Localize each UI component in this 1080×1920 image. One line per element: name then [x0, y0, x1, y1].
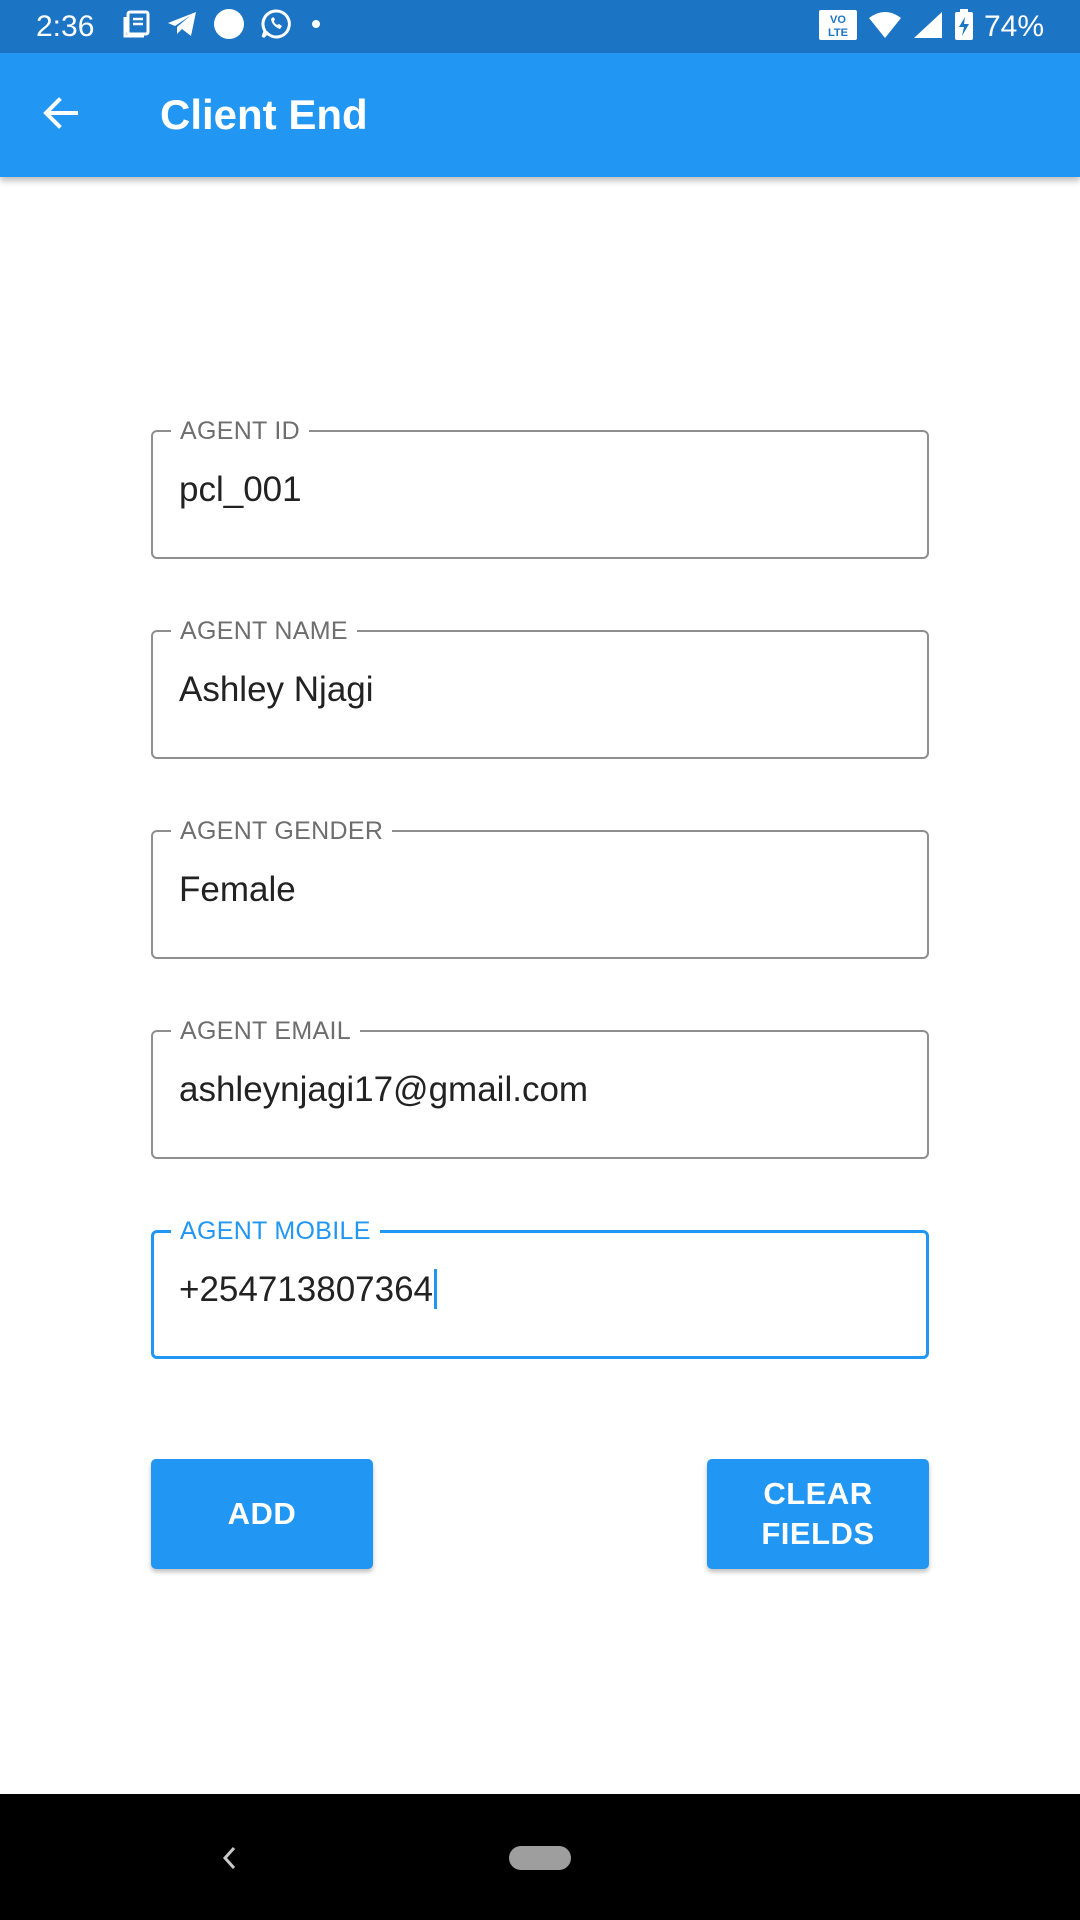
back-button[interactable] [28, 83, 92, 147]
agent-name-label: AGENT NAME [171, 617, 357, 645]
wifi-icon [868, 10, 902, 45]
status-time: 2:36 [36, 10, 95, 43]
agent-email-field[interactable]: AGENT EMAIL ashleynjagi17@gmail.com [151, 1017, 929, 1159]
cell-signal-icon [912, 10, 944, 45]
clear-fields-label-line1: CLEAR [763, 1476, 873, 1511]
chevron-left-icon [214, 1846, 244, 1882]
agent-gender-label: AGENT GENDER [171, 817, 393, 845]
agent-email-value: ashleynjagi17@gmail.com [179, 1070, 589, 1109]
svg-text:LTE: LTE [828, 27, 848, 39]
svg-text:VO: VO [830, 14, 846, 26]
page-title: Client End [160, 91, 368, 138]
volte-icon: VO LTE [818, 9, 858, 46]
agent-mobile-label: AGENT MOBILE [171, 1217, 380, 1245]
arrow-back-icon [40, 93, 80, 138]
more-notifications-dot-icon [306, 14, 326, 39]
agent-mobile-field[interactable]: AGENT MOBILE +254713807364 [151, 1217, 929, 1359]
circle-notification-icon [212, 7, 246, 46]
clear-fields-button-label: CLEAR FIELDS [761, 1474, 874, 1554]
nav-home-pill[interactable] [509, 1846, 571, 1870]
add-button[interactable]: ADD [151, 1459, 373, 1569]
battery-charging-icon [954, 8, 974, 46]
news-icon [122, 9, 152, 44]
battery-percentage: 74% [983, 10, 1044, 43]
system-status-icons: VO LTE 74% [818, 8, 1044, 46]
agent-id-value: pcl_001 [179, 470, 302, 509]
whatsapp-icon [260, 8, 292, 45]
telegram-icon [166, 9, 198, 44]
agent-mobile-value: +254713807364 [179, 1270, 434, 1309]
agent-name-value: Ashley Njagi [179, 670, 374, 709]
agent-gender-field[interactable]: AGENT GENDER Female [151, 817, 929, 959]
agent-mobile-value-wrap: +254713807364 [179, 1268, 438, 1312]
clear-fields-label-line2: FIELDS [761, 1516, 875, 1551]
navigation-bar [0, 1794, 1080, 1920]
agent-name-field[interactable]: AGENT NAME Ashley Njagi [151, 617, 929, 759]
clear-fields-button[interactable]: CLEAR FIELDS [707, 1459, 929, 1569]
nav-back-button[interactable] [214, 1838, 244, 1878]
agent-id-label: AGENT ID [171, 417, 310, 445]
text-cursor [434, 1268, 438, 1309]
agent-gender-value: Female [179, 870, 296, 909]
notification-icons [122, 7, 326, 46]
app-bar: Client End [0, 53, 1080, 177]
agent-email-label: AGENT EMAIL [171, 1017, 360, 1045]
add-button-label: ADD [227, 1496, 297, 1531]
agent-id-field[interactable]: AGENT ID pcl_001 [151, 417, 929, 559]
status-bar: 2:36 VO LTE 74% [0, 0, 1080, 53]
